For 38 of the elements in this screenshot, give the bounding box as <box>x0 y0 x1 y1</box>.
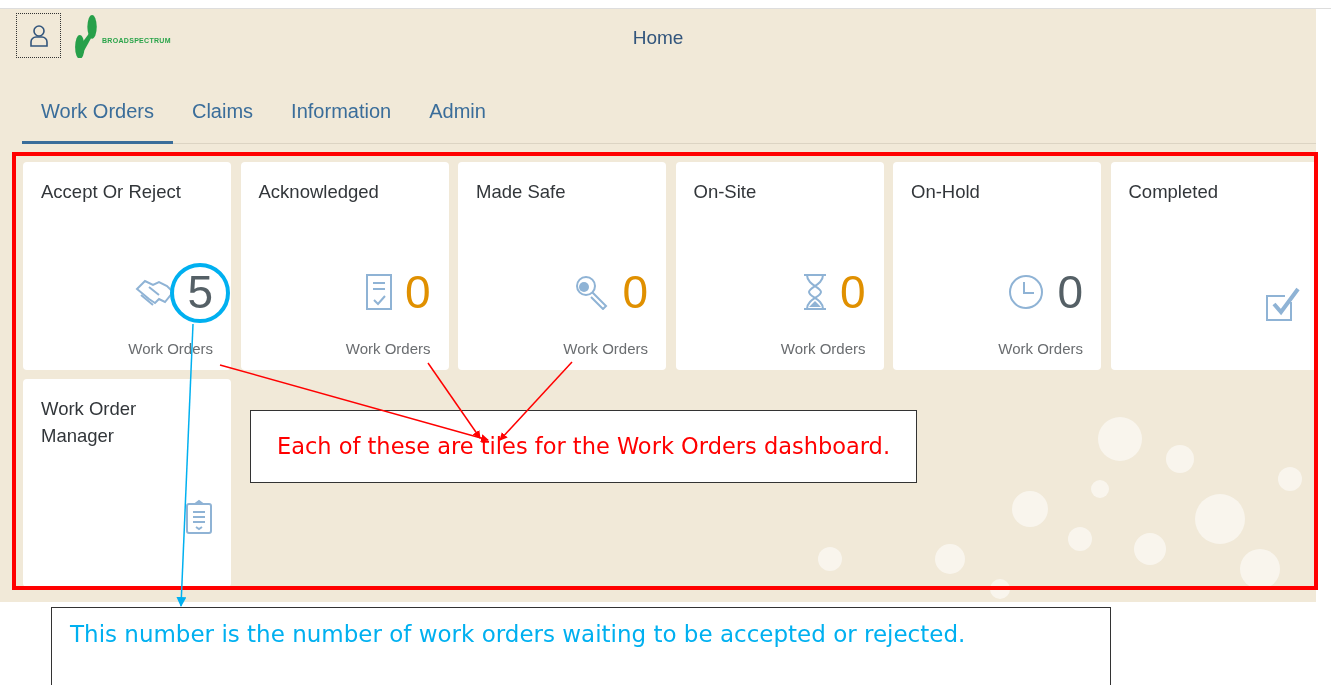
tile-title: On-Site <box>693 180 758 204</box>
hourglass-icon <box>801 273 828 311</box>
page-title: Home <box>632 27 684 48</box>
highlight-circle <box>170 263 230 323</box>
annotation-text: Each of these are tiles for the Work Orders dashboard. <box>276 431 891 461</box>
tile-subtitle: Work Orders <box>998 338 1083 359</box>
tab[interactable]: Information <box>272 91 411 144</box>
user-button[interactable] <box>16 13 61 58</box>
tile-subtitle: Work Orders <box>780 338 866 359</box>
tile-title: Work Order Manager <box>41 397 138 448</box>
document-check-icon <box>364 273 393 311</box>
user-icon <box>28 24 49 47</box>
tile[interactable]: Acknowledged 0 Work Orders <box>240 162 449 370</box>
checkbox-icon <box>1264 286 1301 322</box>
tile-subtitle: Work Orders <box>345 338 431 359</box>
tile[interactable]: On-Hold 0 Work Orders <box>893 162 1101 370</box>
tab[interactable]: Claims <box>173 91 273 144</box>
tile-number: 0 <box>622 266 648 318</box>
annotation-text: This number is the number of work orders waiting to be accepted or rejected. <box>70 619 966 649</box>
tile-number: 0 <box>404 266 431 318</box>
tile[interactable]: On-Site 0 Work Orders <box>675 162 884 370</box>
tile-number: 5 <box>187 266 213 318</box>
tile-number: 0 <box>1057 266 1083 318</box>
tile[interactable]: Work Order Manager <box>23 379 231 587</box>
tile-title: Completed <box>1128 180 1219 204</box>
tab[interactable]: Admin <box>410 91 505 144</box>
clock-icon <box>1007 273 1046 311</box>
tile-title: On-Hold <box>911 180 981 204</box>
tile[interactable]: Completed <box>1110 162 1316 370</box>
logo-icon <box>74 14 100 58</box>
tile-subtitle: Work Orders <box>563 338 648 359</box>
tile-title: Made Safe <box>476 180 567 204</box>
tile-title: Acknowledged <box>258 180 380 204</box>
tab[interactable]: Work Orders <box>22 91 173 144</box>
tile-title: Accept Or Reject <box>41 180 182 204</box>
tile[interactable]: Made Safe 0 Work Orders <box>458 162 666 370</box>
clipboard-icon <box>185 499 213 535</box>
tile-number: 0 <box>839 266 866 318</box>
